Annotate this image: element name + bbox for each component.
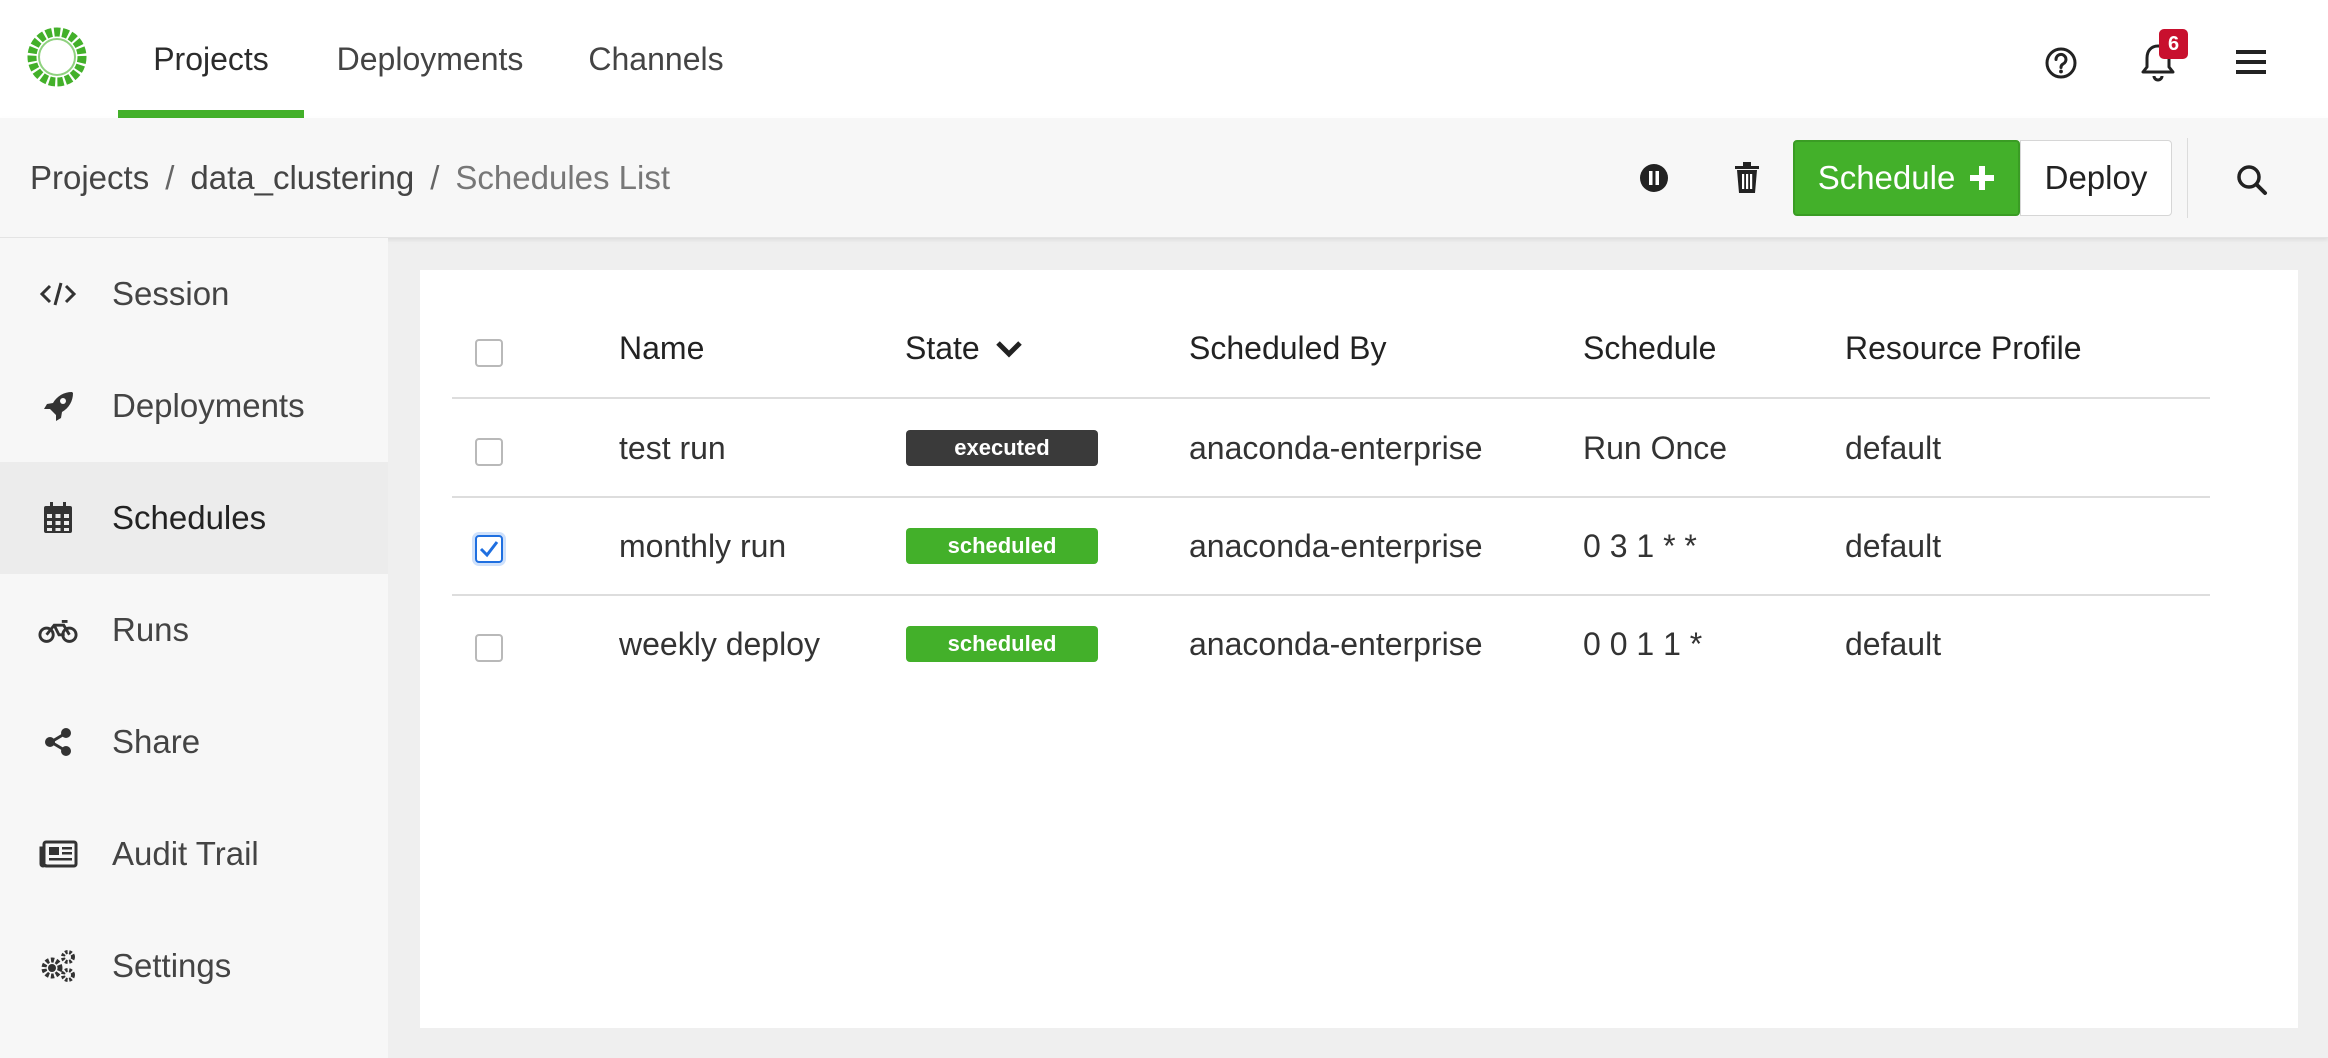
status-badge: scheduled [906, 626, 1098, 662]
trash-icon [1735, 162, 1759, 193]
select-all-checkbox[interactable] [475, 339, 503, 367]
sort-chevron-down-icon [995, 340, 1022, 358]
row-checkbox[interactable] [475, 438, 503, 466]
delete-button[interactable] [1724, 155, 1770, 201]
row-name[interactable]: weekly deploy [619, 626, 820, 663]
add-schedule-button[interactable]: Schedule [1793, 140, 2020, 216]
deploy-button[interactable]: Deploy [2020, 140, 2172, 216]
help-icon[interactable] [2039, 41, 2083, 85]
row-resource-profile: default [1845, 430, 1942, 466]
menu-icon[interactable] [2232, 44, 2272, 80]
top-navigation-bar: Projects Deployments Channels 6 [0, 0, 2328, 118]
notification-count-badge: 6 [2159, 29, 2188, 59]
row-divider [452, 594, 2210, 596]
share-icon [38, 722, 78, 762]
breadcrumb-separator: / [430, 159, 440, 196]
rocket-icon [38, 386, 78, 426]
sidebar-item-schedules[interactable]: Schedules [0, 462, 388, 574]
sidebar-item-label: Deployments [112, 387, 305, 424]
sidebar-item-deployments[interactable]: Deployments [0, 350, 388, 462]
sidebar-item-label: Audit Trail [112, 835, 259, 872]
sidebar-item-settings[interactable]: Settings [0, 910, 388, 1022]
sidebar-item-label: Session [112, 275, 230, 312]
column-header-scheduled-by[interactable]: Scheduled By [1189, 330, 1386, 367]
breadcrumb-project-name[interactable]: data_clustering [190, 159, 414, 197]
pause-button[interactable] [1631, 155, 1677, 201]
row-name[interactable]: test run [619, 430, 726, 467]
row-name[interactable]: monthly run [619, 528, 786, 565]
row-resource-profile: default [1845, 528, 1942, 564]
sidebar-item-label: Settings [112, 947, 232, 984]
row-schedule: 0 0 1 1 * [1583, 626, 1703, 662]
motorcycle-icon [38, 610, 78, 650]
column-header-schedule[interactable]: Schedule [1583, 330, 1716, 367]
nav-tab-channels[interactable]: Channels [576, 0, 736, 118]
row-checkbox[interactable] [475, 634, 503, 662]
sidebar-item-label: Schedules [112, 499, 267, 536]
row-divider [452, 496, 2210, 498]
toolbar-divider [2187, 138, 2188, 218]
nav-tab-projects[interactable]: Projects [118, 0, 304, 118]
sidebar-item-audit-trail[interactable]: Audit Trail [0, 798, 388, 910]
breadcrumb-current-page: Schedules List [455, 159, 671, 196]
row-checkbox[interactable] [475, 535, 503, 563]
pause-icon [1640, 164, 1668, 192]
row-schedule: Run Once [1583, 430, 1728, 466]
status-badge: executed [906, 430, 1098, 466]
code-icon [38, 274, 78, 314]
schedule-button-label: Schedule [1817, 159, 1956, 196]
plus-icon [1970, 166, 1995, 190]
sidebar-item-runs[interactable]: Runs [0, 574, 388, 686]
project-sidebar: Session Deployments Schedules Runs Share… [0, 238, 388, 1058]
column-header-resource-profile[interactable]: Resource Profile [1845, 330, 2082, 367]
breadcrumb: Projects / data_clustering / Schedules L… [30, 118, 670, 238]
newspaper-icon [38, 834, 78, 874]
search-icon [2237, 165, 2267, 195]
sidebar-item-session[interactable]: Session [0, 238, 388, 350]
row-resource-profile: default [1845, 626, 1942, 662]
breadcrumb-separator: / [165, 159, 175, 196]
gears-icon [38, 946, 78, 986]
column-header-state[interactable]: State [905, 330, 1024, 367]
checkmark-icon [479, 541, 499, 558]
anaconda-logo[interactable] [25, 25, 89, 89]
table-header-divider [452, 397, 2210, 399]
breadcrumb-projects[interactable]: Projects [30, 159, 149, 197]
row-scheduled-by: anaconda-enterprise [1189, 626, 1483, 662]
status-badge: scheduled [906, 528, 1098, 564]
sidebar-item-label: Runs [112, 611, 190, 648]
sidebar-item-label: Share [112, 723, 201, 760]
row-schedule: 0 3 1 * * [1583, 528, 1697, 564]
row-scheduled-by: anaconda-enterprise [1189, 430, 1483, 466]
sidebar-item-share[interactable]: Share [0, 686, 388, 798]
calendar-icon [38, 498, 78, 538]
row-scheduled-by: anaconda-enterprise [1189, 528, 1483, 564]
nav-tab-deployments[interactable]: Deployments [322, 0, 538, 118]
column-header-name[interactable]: Name [619, 330, 704, 367]
search-button[interactable] [2229, 157, 2275, 203]
